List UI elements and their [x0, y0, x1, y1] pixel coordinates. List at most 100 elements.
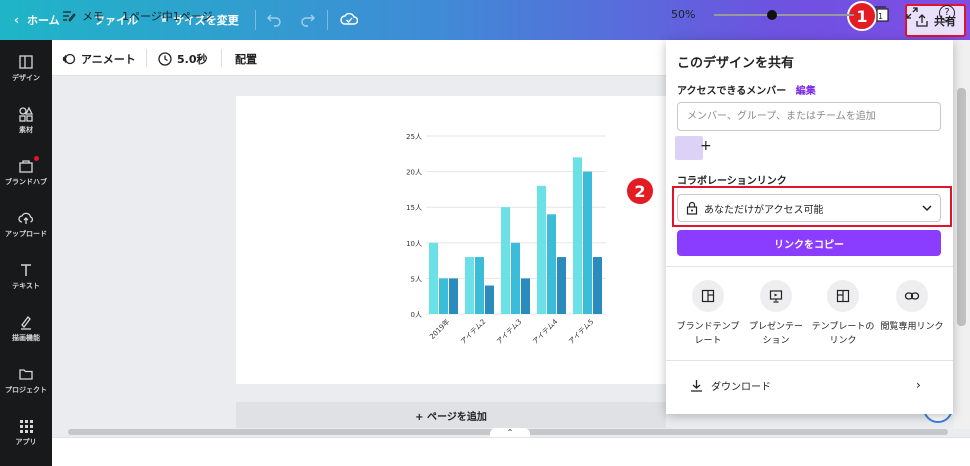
home-button[interactable]: ‹ ホーム — [14, 12, 60, 28]
option-label: ション — [762, 336, 790, 346]
access-label-text: アクセスできるメンバー — [677, 86, 787, 97]
bottom-bar — [52, 437, 970, 466]
page-count: 1 — [878, 12, 884, 21]
cloud-saved-icon[interactable] — [340, 11, 359, 30]
divider — [666, 360, 953, 361]
design-page[interactable]: 0人 5人 10人 15人 20人 25人 2019年 アイテム2 アイテム3 アイテム4 アイテム… — [236, 96, 666, 384]
option-label: リンク — [829, 336, 857, 346]
avatar[interactable] — [675, 136, 703, 160]
template-icon — [692, 280, 724, 312]
chart-bar — [593, 257, 602, 314]
toolbar-divider — [255, 10, 256, 30]
chart-bar — [439, 278, 448, 314]
vertical-scrollbar[interactable] — [957, 88, 966, 326]
share-panel: このデザインを共有 アクセスできるメンバー 編集 + コラボレーションリンク あ… — [666, 40, 953, 414]
sidebar-item-label: テキスト — [12, 282, 40, 290]
highlight-access-box — [672, 186, 952, 227]
sidebar-item-apps[interactable]: アプリ — [0, 418, 52, 447]
x-tick-label: アイテム5 — [567, 318, 595, 346]
chart-bar — [475, 257, 484, 314]
notes-button[interactable]: メモ — [62, 8, 104, 24]
template-link-icon — [827, 280, 859, 312]
chart-bar — [429, 242, 438, 314]
toolbar-divider — [146, 49, 147, 67]
clock-icon — [158, 52, 172, 66]
step-badge-2: 2 — [625, 176, 655, 206]
y-tick-label: 10人 — [406, 240, 422, 248]
copy-link-button[interactable]: リンクをコピー — [677, 230, 941, 256]
add-member-input[interactable] — [677, 102, 941, 131]
x-tick-label: アイテム2 — [459, 318, 487, 346]
chart-bar — [449, 278, 458, 314]
animate-icon — [62, 53, 76, 65]
shapes-icon — [19, 106, 34, 122]
duration-label: 5.0秒 — [177, 53, 208, 66]
text-icon — [21, 264, 31, 276]
option-label: テンプレートの — [811, 322, 875, 332]
edit-link[interactable]: 編集 — [796, 86, 816, 97]
sidebar-item-elements[interactable]: 素材 — [0, 106, 52, 135]
brand-icon — [19, 160, 33, 173]
notification-dot — [34, 156, 39, 161]
chart-bar — [511, 242, 520, 314]
sidebar-item-design[interactable]: デザイン — [0, 54, 52, 83]
zoom-slider-track[interactable] — [714, 14, 854, 16]
option-label: ブランドテンプ — [676, 322, 740, 332]
link-icon — [896, 280, 928, 312]
y-tick-label: 5人 — [411, 275, 422, 283]
option-label: 閲覧専用リンク — [880, 322, 944, 332]
chevron-right-icon: › — [916, 378, 921, 392]
download-label: ダウンロード — [711, 382, 771, 393]
bar-chart[interactable]: 0人 5人 10人 15人 20人 25人 2019年 アイテム2 アイテム3 アイテム4 アイテム… — [236, 96, 666, 384]
editor-toolbar: アニメート 5.0秒 配置 — [52, 40, 666, 76]
x-tick-label: アイテム4 — [531, 317, 559, 345]
download-button[interactable]: ダウンロード — [690, 378, 771, 393]
fullscreen-icon[interactable] — [905, 6, 919, 20]
option-template-link[interactable]: テンプレートの リンク — [809, 280, 877, 348]
home-label: ホーム — [26, 14, 60, 27]
chart-bar — [557, 257, 566, 314]
zoom-slider-handle[interactable] — [767, 10, 777, 20]
option-brand-template[interactable]: ブランドテンプ レート — [674, 280, 742, 348]
toolbar-divider — [327, 10, 328, 30]
chart-bar — [583, 171, 592, 314]
present-icon — [760, 280, 792, 312]
help-button[interactable]: ? — [939, 5, 955, 21]
x-tick-label: 2019年 — [427, 317, 451, 341]
chart-bar — [547, 214, 556, 314]
sidebar-item-projects[interactable]: プロジェクト — [0, 366, 52, 395]
notes-icon — [63, 11, 76, 22]
apps-icon — [20, 420, 33, 433]
y-tick-label: 20人 — [406, 169, 422, 177]
x-tick-label: アイテム3 — [495, 318, 523, 346]
access-members-label: アクセスできるメンバー 編集 — [677, 82, 816, 97]
sidebar-item-label: ブランドハブ — [5, 178, 47, 186]
redo-icon[interactable] — [300, 11, 316, 30]
collab-link-label: コラボレーションリンク — [677, 176, 787, 187]
chart-bar — [465, 257, 474, 314]
sidebar-item-text[interactable]: テキスト — [0, 262, 52, 291]
add-member-plus-icon[interactable]: + — [700, 138, 712, 154]
sidebar-item-draw[interactable]: 描画機能 — [0, 314, 52, 343]
option-view-only-link[interactable]: 閲覧専用リンク — [874, 280, 950, 334]
duration-button[interactable]: 5.0秒 — [158, 51, 208, 67]
y-tick-label: 25人 — [406, 133, 422, 141]
share-panel-title: このデザインを共有 — [677, 56, 795, 71]
zoom-level[interactable]: 50% — [671, 8, 695, 21]
undo-icon[interactable] — [266, 11, 282, 30]
step-badge-1: 1 — [847, 1, 877, 31]
chart-bar — [573, 157, 582, 314]
animate-button[interactable]: アニメート — [62, 51, 136, 67]
animate-label: アニメート — [81, 53, 136, 66]
chart-bar — [501, 207, 510, 314]
sidebar-item-brand-hub[interactable]: ブランドハブ — [0, 156, 52, 187]
divider — [666, 266, 953, 267]
option-presentation[interactable]: プレゼンテー ション — [742, 280, 810, 348]
sidebar-item-label: アップロード — [5, 230, 47, 238]
arrange-button[interactable]: 配置 — [235, 51, 257, 67]
y-tick-label: 15人 — [406, 204, 422, 212]
sidebar-item-uploads[interactable]: アップロード — [0, 210, 52, 239]
add-page-button[interactable]: + ページを追加 — [236, 402, 666, 428]
chart-bar — [485, 285, 494, 314]
page-indicator[interactable]: 1ページ中1ページ — [122, 8, 213, 24]
